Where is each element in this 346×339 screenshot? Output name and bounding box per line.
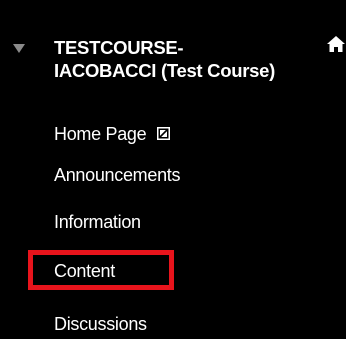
course-title-line-1: TESTCOURSE- xyxy=(54,37,184,58)
home-icon[interactable] xyxy=(327,36,345,52)
highlight-box xyxy=(28,250,174,290)
unavailable-icon xyxy=(157,126,171,140)
home-icon-glyph xyxy=(327,36,345,52)
collapse-toggle[interactable] xyxy=(13,44,25,54)
menu-item-label: Announcements xyxy=(54,165,181,186)
course-title[interactable]: TESTCOURSE- IACOBACCI (Test Course) xyxy=(54,36,334,82)
menu-item-label: Home Page xyxy=(54,124,147,145)
menu-item-label: Discussions xyxy=(54,314,147,335)
menu-item-label: Information xyxy=(54,212,141,233)
course-menu: TESTCOURSE- IACOBACCI (Test Course) Home… xyxy=(0,0,346,339)
triangle-down-icon xyxy=(13,44,25,53)
menu-item-discussions[interactable]: Discussions xyxy=(54,311,147,335)
menu-item-information[interactable]: Information xyxy=(54,209,141,233)
menu-item-home-page[interactable]: Home Page xyxy=(54,121,171,145)
menu-item-announcements[interactable]: Announcements xyxy=(54,162,180,186)
course-title-line-2: IACOBACCI (Test Course) xyxy=(54,60,275,81)
